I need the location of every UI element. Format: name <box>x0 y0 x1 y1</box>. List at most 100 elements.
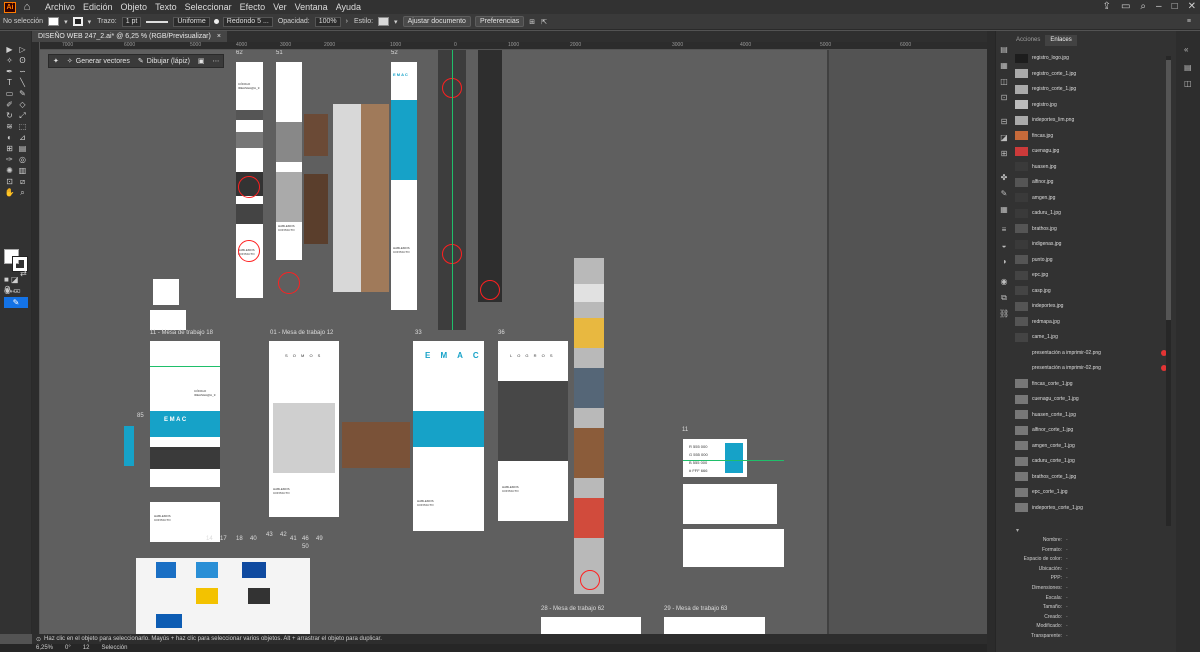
link-row[interactable]: registro.jpg <box>1013 98 1173 112</box>
panel-icon[interactable]: ◫ <box>1184 79 1192 88</box>
horizontal-ruler[interactable]: 7000 6000 5000 4000 3000 2000 1000 0 100… <box>40 42 987 50</box>
menu-ayuda[interactable]: Ayuda <box>332 0 365 14</box>
photo-collage[interactable] <box>342 422 410 468</box>
libraries-icon[interactable]: ▦ <box>999 61 1009 70</box>
link-row[interactable]: huasen.jpg <box>1013 160 1173 174</box>
chevron-down-icon[interactable]: ▾ <box>391 18 401 26</box>
menu-ventana[interactable]: Ventana <box>291 0 332 14</box>
link-row[interactable]: punto.jpg <box>1013 253 1173 267</box>
link-row[interactable]: registro_logo.jpg <box>1013 51 1173 65</box>
menu-objeto[interactable]: Objeto <box>117 0 152 14</box>
stroke-profile-select[interactable]: Uniforme <box>173 16 210 27</box>
vectorize-icon[interactable]: ✦ <box>49 57 63 65</box>
artboard-navigator[interactable]: 12 <box>83 645 90 651</box>
transform-icon[interactable]: ⇱ <box>538 18 550 26</box>
stroke-swatch[interactable] <box>72 17 83 26</box>
column-graph-icon[interactable]: ▥ <box>17 166 28 176</box>
home-icon[interactable]: ⌂ <box>21 1 33 13</box>
maximize-icon[interactable]: □ <box>1172 0 1178 14</box>
gradient-tool-icon[interactable]: ▤ <box>17 144 28 154</box>
selection-tool-icon[interactable]: ▶ <box>4 45 15 55</box>
panel-menu-icon[interactable]: ≡ <box>1184 18 1194 25</box>
link-row[interactable]: redmapa.jpg <box>1013 315 1173 329</box>
vertical-ruler[interactable] <box>32 42 40 634</box>
transform-icon[interactable]: ⊞ <box>999 149 1009 158</box>
brush-select[interactable]: Redondo 5 ... <box>222 16 273 27</box>
link-row[interactable]: cuenagu_corte_1.jpg <box>1013 392 1173 406</box>
artboard-63-bottom[interactable] <box>664 617 765 634</box>
tab-actions[interactable]: Acciones <box>1011 35 1045 46</box>
curvature-tool-icon[interactable]: ∽ <box>17 67 28 77</box>
links-panel-divider[interactable]: ▾ <box>1012 527 1176 534</box>
scale-tool-icon[interactable]: ⤢ <box>17 111 28 121</box>
lasso-icon[interactable]: ʘ <box>17 56 28 66</box>
client-logos-grid[interactable] <box>136 558 310 634</box>
link-row[interactable]: indeportes_corte_1.jpg <box>1013 501 1173 515</box>
chevron-down-icon[interactable]: ▾ <box>85 18 95 26</box>
paintbrush-icon[interactable]: ✎ <box>17 89 28 99</box>
form-board[interactable] <box>683 529 784 567</box>
pathfinder-icon[interactable]: ◪ <box>999 133 1009 142</box>
links-scrollbar-thumb[interactable] <box>1166 60 1171 320</box>
artboard-62-bottom[interactable] <box>541 617 641 634</box>
links-icon[interactable]: ⛓ <box>999 309 1009 318</box>
type-tool-icon[interactable]: T <box>4 78 15 88</box>
zoom-field[interactable]: 6,25% <box>36 645 53 651</box>
artboard-51[interactable]: HABLEMOS CONTACTO <box>276 62 302 260</box>
arrange-docs-icon[interactable]: ⊞ <box>526 18 538 26</box>
chevron-right-icon[interactable]: › <box>343 18 351 25</box>
menu-texto[interactable]: Texto <box>151 0 181 14</box>
shaper-tool-icon[interactable]: ✐ <box>4 100 15 110</box>
menu-edicion[interactable]: Edición <box>79 0 117 14</box>
link-row[interactable]: huasen_corte_1.jpg <box>1013 408 1173 422</box>
link-row[interactable]: indeportes_lim.png <box>1013 113 1173 127</box>
appearance-icon[interactable]: ◉ <box>999 277 1009 286</box>
preferences-button[interactable]: Preferencias <box>474 16 525 27</box>
opacity-field[interactable]: 100% <box>314 16 341 27</box>
photo-collage[interactable] <box>304 174 328 244</box>
menu-archivo[interactable]: Archivo <box>41 0 79 14</box>
graphic-styles-icon[interactable]: ⧉ <box>999 293 1009 302</box>
symbol-sprayer-icon[interactable]: ✺ <box>4 166 15 176</box>
cyan-sidebar-card[interactable] <box>124 426 134 466</box>
link-row[interactable]: amgen_corte_1.jpg <box>1013 439 1173 453</box>
fill-swatch[interactable] <box>48 17 60 26</box>
eraser-icon[interactable]: ◇ <box>17 100 28 110</box>
draw-pencil-button[interactable]: ✎ Dibujar (lápiz) <box>134 57 194 66</box>
generate-vectors-button[interactable]: ✧ Generar vectores <box>63 57 134 66</box>
minimize-icon[interactable]: – <box>1156 0 1162 14</box>
line-tool-icon[interactable]: ╲ <box>17 78 28 88</box>
link-row[interactable]: alfinor_corte_1.jpg <box>1013 423 1173 437</box>
pen-tool-icon[interactable]: ✒ <box>4 67 15 77</box>
artboard-tool-icon[interactable]: ⊡ <box>4 177 15 187</box>
symbols-icon[interactable]: ✤ <box>999 173 1009 182</box>
direct-selection-tool-icon[interactable]: ▷ <box>17 45 28 55</box>
chevron-down-icon[interactable]: ▾ <box>61 18 71 26</box>
swap-fill-stroke-icon[interactable]: ⇄ <box>20 269 30 279</box>
canvas[interactable]: 62 CÓDIGO IDEAS&A@A_9 HABLEMOS CONTACTO … <box>40 50 987 634</box>
fit-document-button[interactable]: Ajustar documento <box>402 16 471 27</box>
shape-builder-icon[interactable]: ◐ <box>4 133 15 143</box>
link-row[interactable]: alfinor.jpg <box>1013 175 1173 189</box>
link-row[interactable]: indeportes.jpg <box>1013 299 1173 313</box>
mesh-tool-icon[interactable]: ⊞ <box>4 144 15 154</box>
color-swatch-board[interactable]: R 555 000 G 555 000 B 555 000 # FFF 666 <box>683 439 747 477</box>
layers-icon[interactable]: ◫ <box>999 77 1009 86</box>
style-swatch[interactable] <box>378 17 390 26</box>
perspective-grid-icon[interactable]: ⊿ <box>17 133 28 143</box>
align-icon[interactable]: ⊟ <box>999 117 1009 126</box>
search-icon[interactable]: ⌕ <box>1140 0 1146 14</box>
arrange-icon[interactable]: ▭ <box>1121 0 1130 14</box>
form-board[interactable] <box>683 484 777 524</box>
gradient-icon[interactable]: ◒ <box>999 241 1009 250</box>
magic-wand-icon[interactable]: ✧ <box>4 56 15 66</box>
link-row[interactable]: came_1.jpg <box>1013 330 1173 344</box>
panel-icon[interactable]: ▤ <box>1184 63 1192 72</box>
menu-ver[interactable]: Ver <box>269 0 291 14</box>
link-row[interactable]: casp.jpg <box>1013 284 1173 298</box>
share-icon[interactable]: ⇪ <box>1103 0 1111 14</box>
artboard-36[interactable]: L O G R O S HABLEMOS CONTACTO <box>498 341 568 521</box>
link-row[interactable]: caduru_1.jpg <box>1013 206 1173 220</box>
link-row[interactable]: brathos.jpg <box>1013 222 1173 236</box>
small-card[interactable] <box>150 310 186 330</box>
